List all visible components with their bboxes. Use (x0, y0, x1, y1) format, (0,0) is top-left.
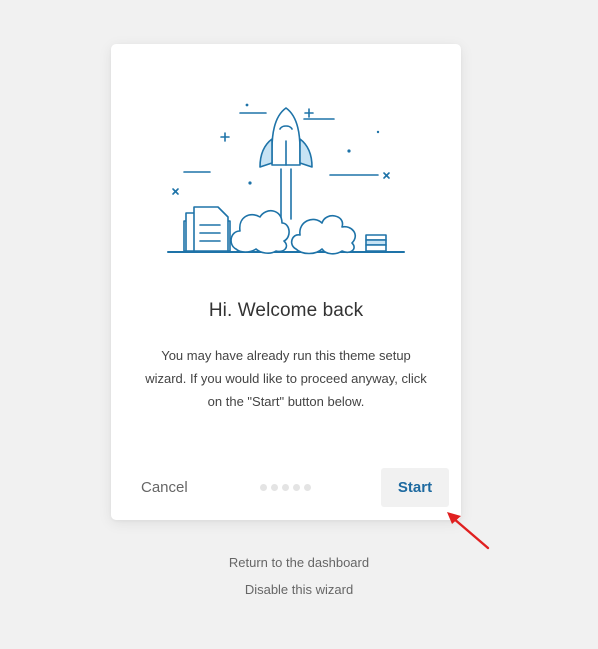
rocket-launch-icon (167, 103, 405, 255)
disable-wizard-link[interactable]: Disable this wizard (0, 576, 598, 603)
step-indicator (260, 484, 311, 491)
footer-links: Return to the dashboard Disable this wiz… (0, 549, 598, 603)
step-dot (271, 484, 278, 491)
welcome-description: You may have already run this theme setu… (145, 348, 427, 409)
return-to-dashboard-link[interactable]: Return to the dashboard (0, 549, 598, 576)
step-dot (293, 484, 300, 491)
welcome-title: Hi. Welcome back (208, 300, 364, 321)
step-dot (304, 484, 311, 491)
start-button[interactable]: Start (381, 468, 449, 507)
red-arrow-icon (447, 512, 490, 550)
setup-wizard-card: Hi. Welcome back You may have already ru… (111, 44, 461, 520)
step-dot (260, 484, 267, 491)
step-dot (282, 484, 289, 491)
cancel-button[interactable]: Cancel (141, 477, 188, 498)
